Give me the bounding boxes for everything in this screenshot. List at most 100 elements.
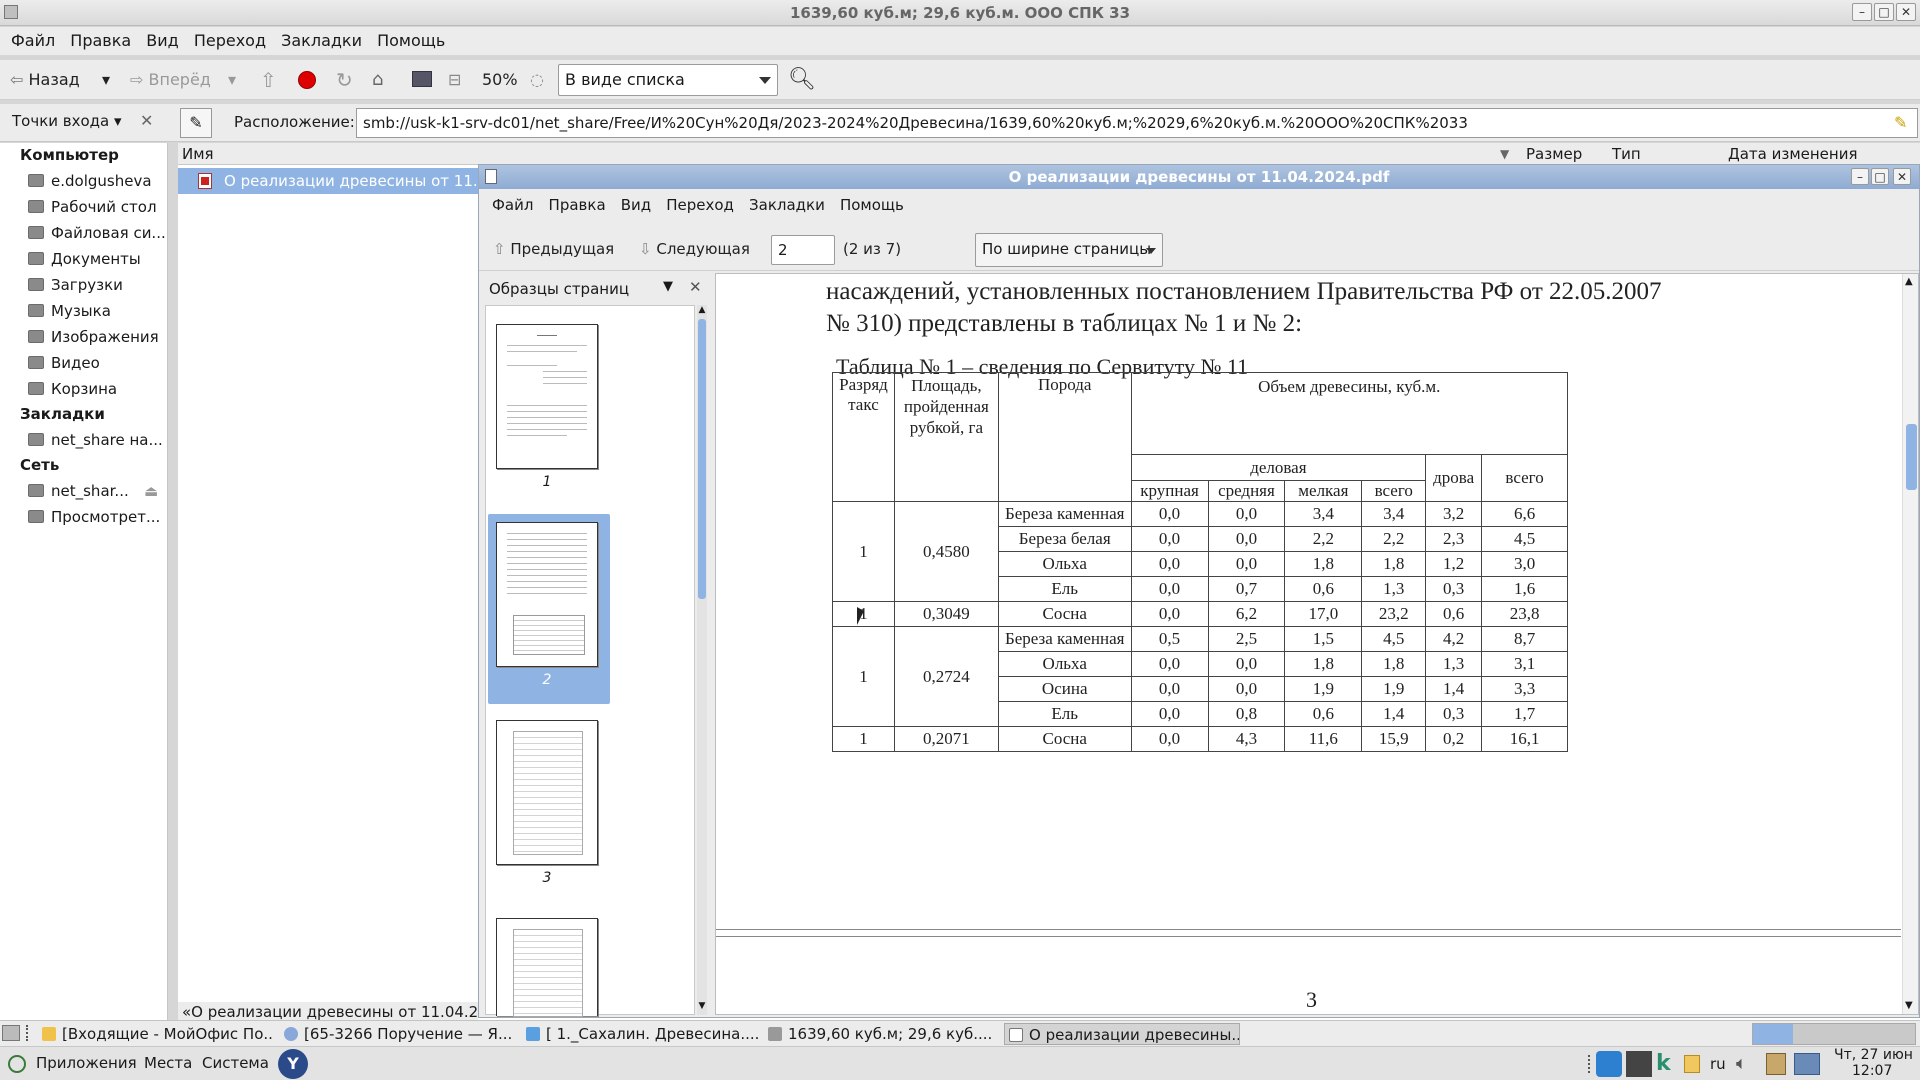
scroll-up-icon[interactable]: ▲ bbox=[697, 305, 707, 317]
column-type[interactable]: Тип bbox=[1612, 143, 1641, 165]
sidebar-item-browse-network[interactable]: Просмотрет... bbox=[28, 508, 160, 526]
zoom-reset-icon[interactable]: ◌ bbox=[530, 64, 544, 96]
back-button[interactable]: ⇦ Назад bbox=[10, 64, 80, 96]
task-pdf-viewer[interactable]: О реализации древесины... bbox=[1004, 1023, 1240, 1045]
edit-location-icon[interactable]: ✎ bbox=[180, 108, 212, 138]
sidebar-item-pictures[interactable]: Изображения bbox=[28, 328, 159, 346]
page-number-input[interactable]: 2 bbox=[771, 235, 835, 265]
tray-app-icon[interactable] bbox=[1684, 1055, 1700, 1073]
zoom-mode-select[interactable]: По ширине страницы bbox=[975, 233, 1163, 267]
menu-view[interactable]: Вид bbox=[141, 27, 183, 55]
scrollbar-thumb[interactable] bbox=[698, 319, 706, 599]
network-icon[interactable] bbox=[1794, 1053, 1820, 1075]
task-messenger[interactable]: [ 1._Сахалин. Древесина.... bbox=[522, 1023, 758, 1045]
close-sidebar-icon[interactable]: ✕ bbox=[140, 111, 153, 130]
task-mail[interactable]: [Входящие - МойОфис По... bbox=[38, 1023, 274, 1045]
show-desktop-icon[interactable] bbox=[2, 1025, 20, 1041]
clear-location-icon[interactable]: ✎ bbox=[1894, 113, 1907, 132]
forward-history-dropdown[interactable]: ▾ bbox=[228, 64, 236, 96]
places-menu[interactable]: Места bbox=[144, 1054, 192, 1072]
header-area: Площадь, пройденная рубкой, га bbox=[893, 372, 999, 502]
clock-date[interactable]: Чт, 27 июн bbox=[1834, 1047, 1913, 1063]
tray-app-icon[interactable]: k bbox=[1656, 1051, 1682, 1077]
menu-go[interactable]: Переход bbox=[189, 27, 271, 55]
scrollbar-thumb[interactable] bbox=[1906, 424, 1917, 490]
keyboard-layout[interactable]: ru bbox=[1710, 1055, 1726, 1073]
sidebar-item-home[interactable]: e.dolgusheva bbox=[28, 172, 152, 190]
stop-icon[interactable] bbox=[298, 71, 316, 89]
cell-value: 2,5 bbox=[1207, 626, 1286, 652]
system-menu[interactable]: Система bbox=[202, 1054, 269, 1072]
menu-bookmarks[interactable]: Закладки bbox=[276, 27, 367, 55]
menu-edit[interactable]: Правка bbox=[65, 27, 136, 55]
sidebar-item-documents[interactable]: Документы bbox=[28, 250, 141, 268]
up-icon[interactable]: ⇧ bbox=[260, 64, 277, 96]
sidebar-item-netshare-bookmark[interactable]: net_share на... bbox=[28, 431, 163, 449]
menu-bookmarks[interactable]: Закладки bbox=[744, 191, 830, 219]
menu-file[interactable]: Файл bbox=[6, 27, 60, 55]
menu-help[interactable]: Помощь bbox=[372, 27, 450, 55]
document-scrollbar[interactable]: ▲ ▼ bbox=[1902, 274, 1918, 1014]
page-thumbnail-3[interactable] bbox=[496, 720, 598, 865]
forward-button[interactable]: ⇨ Вперёд bbox=[130, 64, 211, 96]
thumbnails-scrollbar[interactable]: ▲ ▼ bbox=[697, 305, 707, 1015]
yandex-browser-icon[interactable]: Y bbox=[278, 1049, 308, 1079]
page-thumbnail-2[interactable] bbox=[496, 522, 598, 667]
maximize-button[interactable]: □ bbox=[1874, 3, 1894, 21]
close-panel-icon[interactable]: ✕ bbox=[689, 278, 702, 296]
reload-icon[interactable]: ↻ bbox=[336, 64, 353, 96]
minimize-button[interactable]: – bbox=[1852, 3, 1872, 21]
minimize-button[interactable]: – bbox=[1851, 168, 1869, 185]
page-thumbnail-4[interactable] bbox=[496, 918, 598, 1017]
column-size[interactable]: Размер bbox=[1526, 143, 1582, 165]
sidebar-item-downloads[interactable]: Загрузки bbox=[28, 276, 123, 294]
column-modified[interactable]: Дата изменения bbox=[1728, 143, 1858, 165]
sidebar-item-netshare[interactable]: net_shar... ⏏ bbox=[28, 482, 158, 500]
file-row[interactable]: О реализации древесины от 11.04.2024.pdf bbox=[178, 168, 478, 194]
scroll-up-icon[interactable]: ▲ bbox=[1905, 276, 1913, 287]
menu-edit[interactable]: Правка bbox=[544, 191, 611, 219]
header-species: Порода bbox=[997, 372, 1132, 502]
menu-help[interactable]: Помощь bbox=[835, 191, 909, 219]
document-view[interactable]: насаждений, установленных постановлением… bbox=[715, 273, 1919, 1015]
maximize-button[interactable]: □ bbox=[1871, 168, 1889, 185]
close-button[interactable]: ✕ bbox=[1896, 3, 1916, 21]
volume-icon[interactable]: 🔈︎ bbox=[1736, 1053, 1747, 1074]
page-thumbnail-1[interactable] bbox=[496, 324, 598, 469]
sidebar-item-trash[interactable]: Корзина bbox=[28, 380, 117, 398]
file-name: О реализации древесины от 11.04.2024.pdf bbox=[224, 172, 478, 190]
home-icon[interactable]: ⌂ bbox=[372, 64, 383, 96]
tray-app-icon[interactable] bbox=[1596, 1051, 1622, 1077]
menu-view[interactable]: Вид bbox=[616, 191, 656, 219]
sidebar-item-videos[interactable]: Видео bbox=[28, 354, 100, 372]
column-name[interactable]: Имя bbox=[182, 143, 214, 165]
view-mode-select[interactable]: В виде списка bbox=[558, 64, 778, 96]
workspace-switcher[interactable] bbox=[1752, 1023, 1916, 1045]
scroll-down-icon[interactable]: ▼ bbox=[697, 1001, 707, 1013]
previous-page-button[interactable]: ⇧ Предыдущая bbox=[493, 233, 614, 265]
panel-mode-dropdown[interactable]: ▼ bbox=[663, 279, 673, 294]
task-file-manager[interactable]: 1639,60 куб.м; 29,6 куб.... bbox=[764, 1023, 1000, 1045]
workspace-1[interactable] bbox=[1753, 1024, 1793, 1044]
task-browser[interactable]: [65-3266 Поручение — Я... bbox=[280, 1023, 516, 1045]
location-input[interactable]: smb://usk-k1-srv-dc01/net_share/Free/И%2… bbox=[356, 108, 1918, 138]
applications-menu[interactable]: Приложения bbox=[36, 1054, 137, 1072]
clock-time[interactable]: 12:07 bbox=[1852, 1063, 1892, 1079]
menu-go[interactable]: Переход bbox=[661, 191, 739, 219]
close-button[interactable]: ✕ bbox=[1893, 168, 1911, 185]
handle-icon[interactable] bbox=[26, 1025, 30, 1041]
search-icon[interactable]: 🔍︎ bbox=[788, 64, 816, 96]
computer-icon[interactable] bbox=[412, 71, 432, 87]
sidebar-item-filesystem[interactable]: Файловая си... bbox=[28, 224, 166, 242]
next-page-button[interactable]: ⇩ Следующая bbox=[639, 233, 750, 265]
sidebar-item-music[interactable]: Музыка bbox=[28, 302, 111, 320]
tray-app-icon[interactable] bbox=[1626, 1051, 1652, 1077]
sidebar-item-desktop[interactable]: Рабочий стол bbox=[28, 198, 157, 216]
eject-icon[interactable]: ⏏ bbox=[144, 482, 158, 500]
scroll-down-icon[interactable]: ▼ bbox=[1905, 1000, 1913, 1011]
clipboard-icon[interactable] bbox=[1766, 1053, 1786, 1075]
places-dropdown[interactable]: Точки входа ▾ bbox=[12, 112, 122, 130]
menu-file[interactable]: Файл bbox=[487, 191, 538, 219]
back-history-dropdown[interactable]: ▾ bbox=[102, 64, 110, 96]
zoom-out-icon[interactable]: ⊟ bbox=[448, 64, 461, 96]
